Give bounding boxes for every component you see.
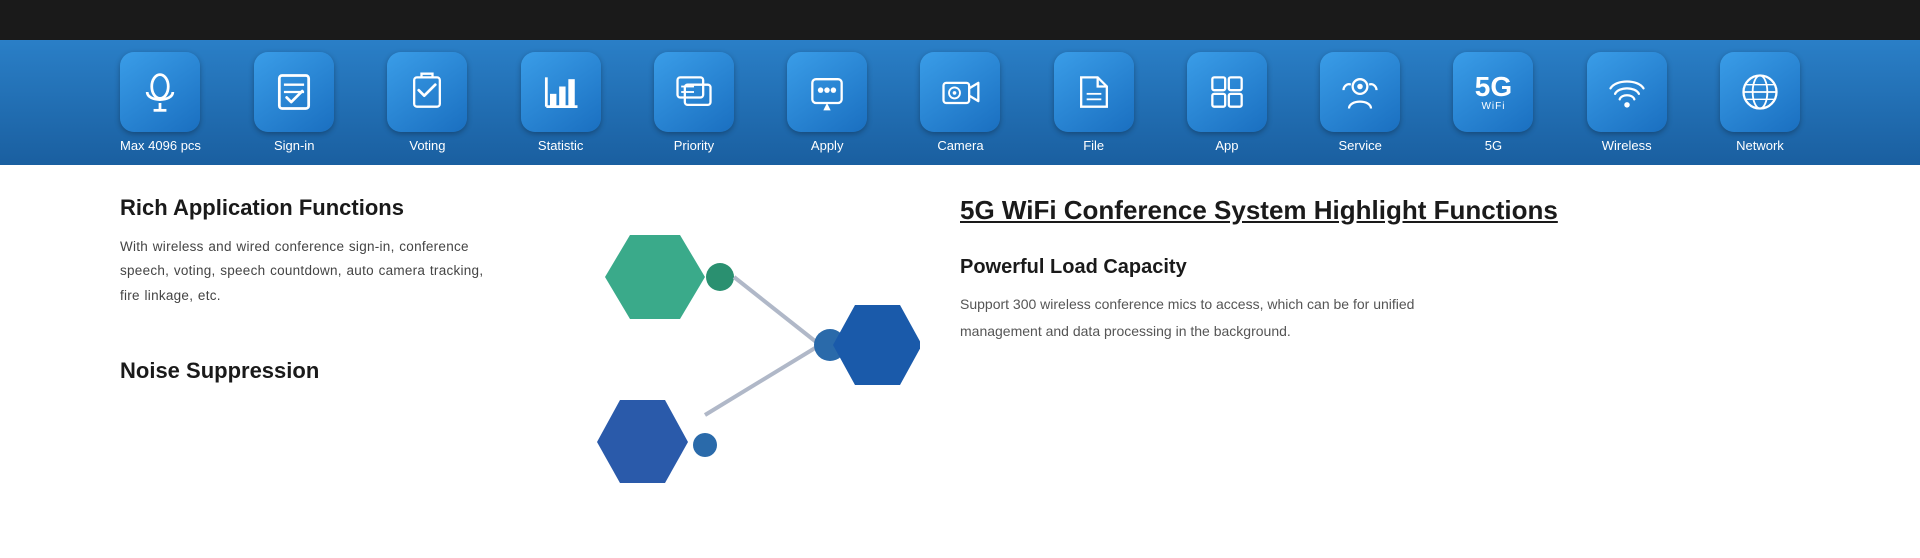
middle-diagram <box>540 195 920 485</box>
apply-icon <box>805 70 849 114</box>
left-content: Rich Application Functions With wireless… <box>120 195 500 485</box>
right-content: 5G WiFi Conference System Highlight Func… <box>960 195 1800 485</box>
toolbar-item-5g[interactable]: 5G WiFi 5G <box>1453 52 1533 153</box>
toolbar-item-voting[interactable]: Voting <box>387 52 467 153</box>
wireless-icon <box>1605 70 1649 114</box>
max-pcs-icon-box <box>120 52 200 132</box>
toolbar-item-network[interactable]: Network <box>1720 52 1800 153</box>
toolbar-item-max-pcs[interactable]: Max 4096 pcs <box>120 52 201 153</box>
file-icon-box <box>1054 52 1134 132</box>
microphone-icon <box>138 70 182 114</box>
network-label: Network <box>1736 138 1784 153</box>
priority-icon-box <box>654 52 734 132</box>
rich-app-title: Rich Application Functions <box>120 195 500 221</box>
max-pcs-label: Max 4096 pcs <box>120 138 201 153</box>
toolbar-item-wireless[interactable]: Wireless <box>1587 52 1667 153</box>
voting-icon <box>405 70 449 114</box>
diagram-svg <box>540 205 920 485</box>
apply-label: Apply <box>811 138 844 153</box>
toolbar-item-sign-in[interactable]: Sign-in <box>254 52 334 153</box>
voting-label: Voting <box>409 138 445 153</box>
circle-teal <box>706 263 734 291</box>
rich-app-text: With wireless and wired conference sign-… <box>120 235 500 308</box>
line-top <box>734 277 820 345</box>
priority-icon <box>672 70 716 114</box>
toolbar-item-camera[interactable]: Camera <box>920 52 1000 153</box>
5g-text: 5G <box>1475 73 1512 101</box>
line-bottom <box>705 345 820 415</box>
powerful-load-text: Support 300 wireless conference mics to … <box>960 291 1440 344</box>
network-icon <box>1738 70 1782 114</box>
noise-title: Noise Suppression <box>120 358 500 384</box>
statistic-icon <box>539 70 583 114</box>
camera-icon <box>938 70 982 114</box>
service-label: Service <box>1339 138 1382 153</box>
hex-blue-bottom <box>597 400 688 483</box>
camera-label: Camera <box>937 138 983 153</box>
file-label: File <box>1083 138 1104 153</box>
service-icon <box>1338 70 1382 114</box>
toolbar-item-statistic[interactable]: Statistic <box>521 52 601 153</box>
powerful-load-title: Powerful Load Capacity <box>960 256 1800 279</box>
top-black-bar <box>0 0 1920 40</box>
signin-icon <box>272 70 316 114</box>
5g-icon-box: 5G WiFi <box>1453 52 1533 132</box>
priority-label: Priority <box>674 138 714 153</box>
voting-icon-box <box>387 52 467 132</box>
camera-icon-box <box>920 52 1000 132</box>
statistic-label: Statistic <box>538 138 584 153</box>
icon-toolbar: Max 4096 pcs Sign-in Voting <box>0 40 1920 165</box>
network-icon-box <box>1720 52 1800 132</box>
toolbar-item-priority[interactable]: Priority <box>654 52 734 153</box>
service-icon-box <box>1320 52 1400 132</box>
highlight-title: 5G WiFi Conference System Highlight Func… <box>960 195 1800 226</box>
5g-label: 5G <box>1485 138 1502 153</box>
toolbar-item-app[interactable]: App <box>1187 52 1267 153</box>
app-icon-box <box>1187 52 1267 132</box>
sign-in-icon-box <box>254 52 334 132</box>
app-icon <box>1205 70 1249 114</box>
toolbar-item-service[interactable]: Service <box>1320 52 1400 153</box>
circle-blue-bottom <box>693 433 717 457</box>
wireless-label: Wireless <box>1602 138 1652 153</box>
5g-sub: WiFi <box>1481 101 1505 112</box>
app-label: App <box>1215 138 1238 153</box>
toolbar-item-file[interactable]: File <box>1054 52 1134 153</box>
hex-blue-right <box>833 305 920 385</box>
content-section: Rich Application Functions With wireless… <box>0 165 1920 485</box>
sign-in-label: Sign-in <box>274 138 314 153</box>
wireless-icon-box <box>1587 52 1667 132</box>
apply-icon-box <box>787 52 867 132</box>
file-icon <box>1072 70 1116 114</box>
toolbar-item-apply[interactable]: Apply <box>787 52 867 153</box>
statistic-icon-box <box>521 52 601 132</box>
hex-teal-large <box>605 235 705 319</box>
